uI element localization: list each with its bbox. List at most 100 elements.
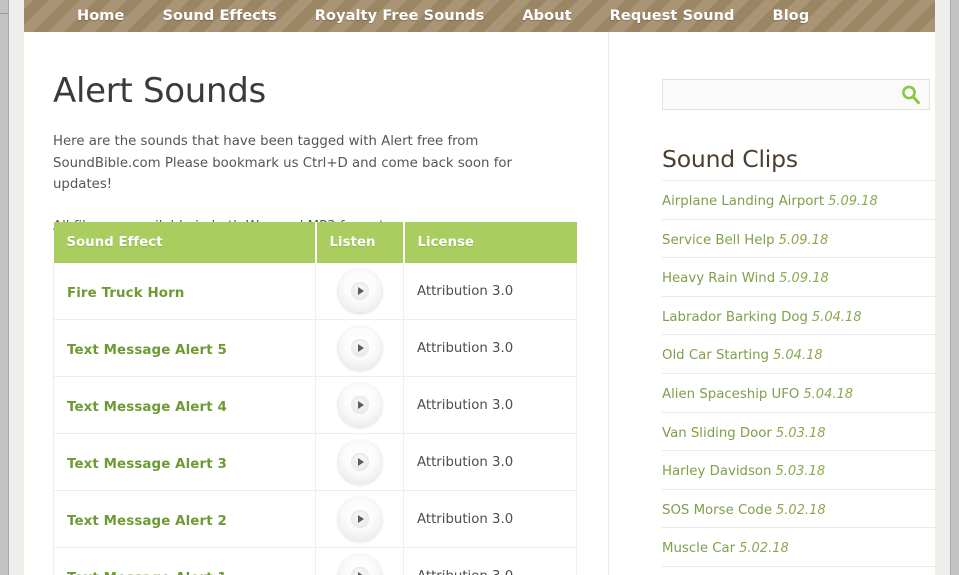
sound-clip-date: 5.09.18 (779, 271, 829, 287)
play-triangle-icon (357, 458, 364, 466)
search-input[interactable] (663, 80, 895, 109)
list-item: Labrador Barking Dog 5.04.18 (662, 297, 936, 336)
sound-clip-link[interactable]: SOS Morse Code 5.02.18 (662, 503, 826, 518)
cell-sound-effect: Text Message Alert 1 (53, 547, 316, 575)
sound-clips-list: Airplane Landing Airport 5.09.18 Service B… (662, 181, 936, 575)
list-item: Alien Spaceship UFO 5.04.18 (662, 374, 936, 413)
play-triangle-icon (357, 344, 364, 352)
sound-clip-link[interactable]: Alien Spaceship UFO 5.04.18 (662, 387, 853, 402)
cell-listen (315, 376, 404, 434)
sound-clip-date: 5.02.18 (776, 502, 826, 518)
play-icon[interactable] (336, 496, 383, 542)
sound-clip-name: Alien Spaceship UFO (662, 386, 800, 402)
sound-clip-link[interactable]: Service Bell Help 5.09.18 (662, 233, 828, 248)
table-row: Text Message Alert 5 Attribution 3.0 (53, 319, 577, 377)
play-triangle-icon (357, 515, 364, 523)
cell-listen (315, 547, 404, 575)
cell-sound-effect: Text Message Alert 2 (53, 490, 316, 548)
play-icon[interactable] (336, 382, 383, 428)
sound-clip-date: 5.04.18 (773, 348, 823, 364)
sound-clip-date: 5.03.18 (775, 464, 826, 480)
sound-effect-link[interactable]: Text Message Alert 4 (67, 400, 227, 415)
table-header-row: Sound Effect Listen License (53, 222, 577, 263)
table-row: Text Message Alert 4 Attribution 3.0 (53, 376, 577, 434)
play-icon[interactable] (336, 439, 383, 485)
sound-clip-link[interactable]: Van Sliding Door 5.03.18 (662, 426, 826, 441)
sound-clip-date: 5.02.18 (739, 541, 789, 557)
browser-left-edge (0, 0, 9, 575)
table-row: Text Message Alert 1 Attribution 3.0 (53, 547, 577, 575)
sound-clip-date: 5.04.18 (811, 309, 862, 325)
table-row: Text Message Alert 2 Attribution 3.0 (53, 490, 577, 548)
nav-list: Home Sound Effects Royalty Free Sounds A… (24, 0, 935, 32)
nav-link-request-sound[interactable]: Request Sound (591, 0, 754, 32)
sound-effect-link[interactable]: Fire Truck Horn (67, 286, 184, 301)
nav-item-home: Home (58, 0, 143, 32)
main-navigation: Home Sound Effects Royalty Free Sounds A… (24, 0, 935, 32)
sidebar-heading: Sound Clips (662, 145, 798, 173)
sound-clip-date: 5.04.18 (803, 386, 854, 402)
nav-item-sound-effects: Sound Effects (143, 0, 295, 32)
cell-sound-effect: Text Message Alert 3 (53, 433, 316, 491)
sound-clip-link[interactable]: Airplane Landing Airport 5.09.18 (662, 194, 878, 209)
nav-link-blog[interactable]: Blog (754, 0, 829, 32)
cell-license: Attribution 3.0 (403, 490, 577, 548)
play-icon[interactable] (336, 268, 383, 314)
search-icon[interactable] (900, 84, 922, 106)
sound-clip-name: SOS Morse Code (662, 502, 773, 518)
page-title: Alert Sounds (53, 71, 266, 111)
sound-clip-link[interactable]: Old Car Starting 5.04.18 (662, 348, 823, 363)
column-header-sound-effect: Sound Effect (53, 222, 317, 263)
cell-listen (315, 263, 404, 320)
sound-effect-link[interactable]: Text Message Alert 2 (67, 514, 227, 529)
play-triangle-icon (357, 401, 364, 409)
cell-sound-effect: Text Message Alert 5 (53, 319, 316, 377)
play-icon[interactable] (336, 553, 383, 575)
sound-clip-name: Harley Davidson (662, 464, 772, 480)
sound-clip-name: Old Car Starting (662, 348, 769, 364)
play-icon[interactable] (336, 325, 383, 371)
list-item: Van Sliding Door 5.03.18 (662, 413, 936, 452)
browser-right-edge (950, 0, 959, 575)
sound-effect-link[interactable]: Text Message Alert 1 (67, 571, 227, 575)
nav-link-sound-effects[interactable]: Sound Effects (143, 0, 295, 32)
license-text: Attribution 3.0 (417, 454, 514, 470)
cell-license: Attribution 3.0 (403, 263, 577, 320)
list-item: Airplane Landing Airport 5.09.18 (662, 181, 936, 220)
column-header-listen: Listen (315, 222, 405, 263)
sound-clip-link[interactable]: Muscle Car 5.02.18 (662, 541, 789, 556)
browser-left-seam (0, 13, 9, 14)
nav-link-royalty-free-sounds[interactable]: Royalty Free Sounds (296, 0, 504, 32)
cell-license: Attribution 3.0 (403, 319, 577, 377)
cell-sound-effect: Text Message Alert 4 (53, 376, 316, 434)
list-item: Heavy Rain Wind 5.09.18 (662, 258, 936, 297)
sound-effect-link[interactable]: Text Message Alert 3 (67, 457, 227, 472)
sound-clip-date: 5.09.18 (828, 194, 878, 209)
sidebar: Sound Clips Airplane Landing Airport 5.09… (609, 32, 936, 575)
sound-clip-link[interactable]: Harley Davidson 5.03.18 (662, 464, 825, 479)
cell-license: Attribution 3.0 (403, 547, 577, 575)
nav-link-home[interactable]: Home (58, 0, 143, 32)
list-item: SOS Morse Code 5.02.18 (662, 490, 936, 529)
sounds-table-body: Fire Truck Horn Attribution 3.0 Text Messa… (53, 263, 577, 575)
list-item: All Sound Effects5.01.18 (662, 567, 936, 575)
sound-clip-link[interactable]: Heavy Rain Wind 5.09.18 (662, 271, 829, 286)
sound-effect-link[interactable]: Text Message Alert 5 (67, 343, 227, 358)
intro-paragraph-1: Here are the sounds that have been tagge… (53, 134, 512, 193)
sound-clip-name: Service Bell Help (662, 232, 775, 248)
cell-listen (315, 319, 404, 377)
column-header-license: License (403, 222, 577, 263)
list-item: Service Bell Help 5.09.18 (662, 220, 936, 259)
list-item: Harley Davidson 5.03.18 (662, 451, 936, 490)
cell-listen (315, 433, 404, 491)
nav-item-about: About (503, 0, 590, 32)
site-container: Home Sound Effects Royalty Free Sounds A… (24, 0, 936, 575)
sound-clip-name: Labrador Barking Dog (662, 309, 808, 325)
sound-clip-date: 5.09.18 (778, 232, 829, 248)
license-text: Attribution 3.0 (417, 511, 514, 527)
cell-license: Attribution 3.0 (403, 433, 577, 491)
sound-clip-name: Muscle Car (662, 541, 736, 557)
sound-clip-link[interactable]: Labrador Barking Dog 5.04.18 (662, 310, 862, 325)
nav-link-about[interactable]: About (503, 0, 590, 32)
nav-item-blog: Blog (754, 0, 829, 32)
